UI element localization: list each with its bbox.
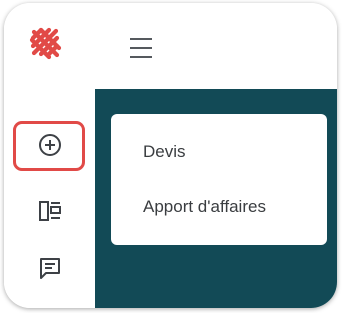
app-window: Devis Apport d'affaires [4,3,337,308]
brand-logo-icon[interactable] [28,25,64,61]
side-rail [4,89,95,308]
add-circle-icon [37,132,63,163]
main-panel: Devis Apport d'affaires [95,89,337,308]
kanban-board-icon [37,198,63,229]
add-button[interactable] [32,129,68,165]
create-dropdown-menu: Devis Apport d'affaires [111,114,327,245]
board-button[interactable] [32,195,68,231]
hamburger-line [130,56,152,58]
menu-item-label: Devis [143,142,186,161]
hamburger-line [130,38,152,40]
hamburger-line [130,47,152,49]
menu-item-devis[interactable]: Devis [111,130,327,174]
hamburger-menu-icon[interactable] [130,38,164,58]
chat-icon [37,255,63,286]
menu-item-apport-affaires[interactable]: Apport d'affaires [111,185,327,229]
top-bar [4,3,337,89]
menu-item-label: Apport d'affaires [143,197,266,216]
chat-button[interactable] [32,252,68,288]
